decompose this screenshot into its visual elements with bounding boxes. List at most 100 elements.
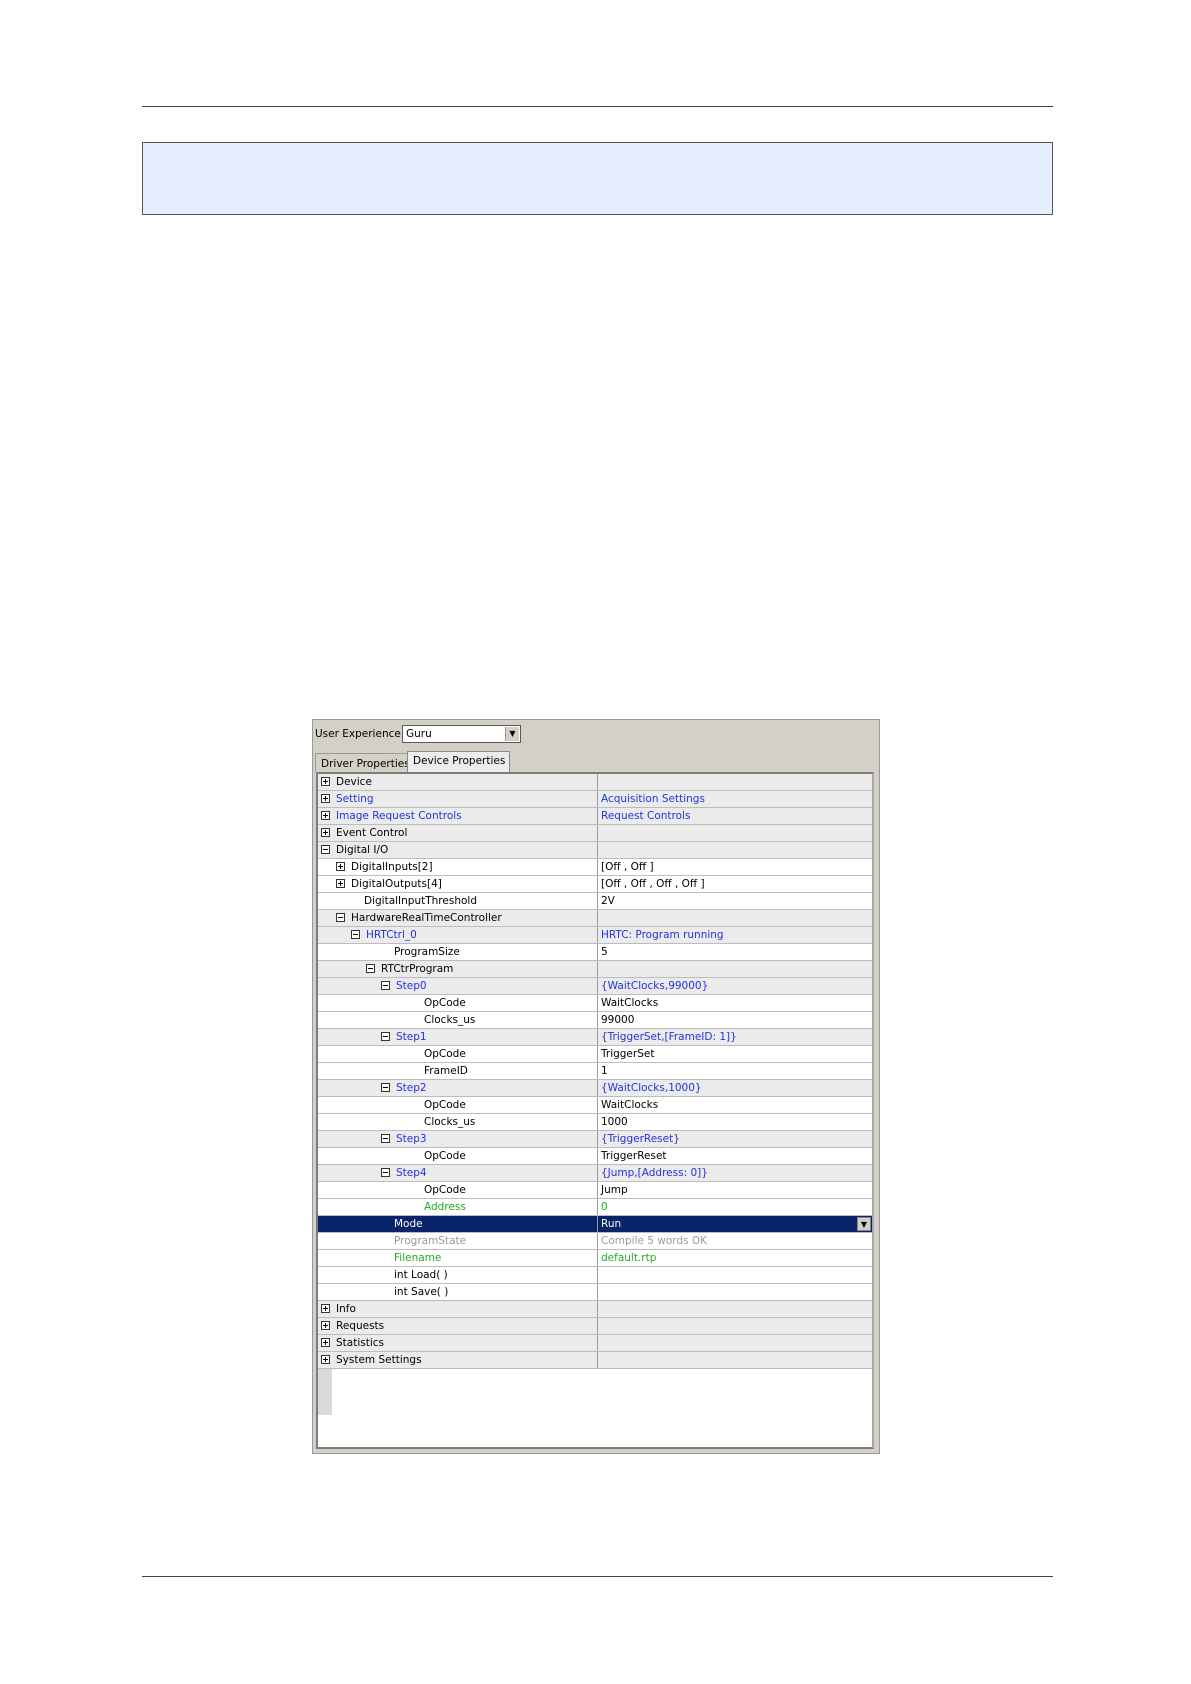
property-row[interactable]: int Load( ) [318, 1267, 872, 1284]
expand-icon[interactable] [321, 777, 330, 786]
property-value[interactable]: {TriggerReset} [597, 1131, 872, 1147]
collapse-icon[interactable] [381, 1168, 390, 1177]
expand-icon[interactable] [321, 1355, 330, 1364]
property-value[interactable]: [Off , Off ] [597, 859, 872, 875]
expand-icon[interactable] [321, 811, 330, 820]
property-row[interactable]: FrameID 1 [318, 1063, 872, 1080]
property-value[interactable] [597, 1335, 872, 1351]
property-row[interactable]: Step3 {TriggerReset} [318, 1131, 872, 1148]
property-row[interactable]: Step1 {TriggerSet,[FrameID: 1]} [318, 1029, 872, 1046]
property-row[interactable]: Setting Acquisition Settings [318, 791, 872, 808]
expand-icon[interactable] [321, 828, 330, 837]
collapse-icon[interactable] [381, 1134, 390, 1143]
property-value[interactable]: Request Controls [597, 808, 872, 824]
expand-icon[interactable] [321, 1338, 330, 1347]
property-row[interactable]: Device [318, 774, 872, 791]
property-value[interactable] [597, 842, 872, 858]
property-row[interactable]: ProgramState Compile 5 words OK [318, 1233, 872, 1250]
property-value[interactable]: {Jump,[Address: 0]} [597, 1165, 872, 1181]
property-row[interactable]: ProgramSize 5 [318, 944, 872, 961]
collapse-icon[interactable] [321, 845, 330, 854]
property-row[interactable]: OpCode WaitClocks [318, 1097, 872, 1114]
expand-icon[interactable] [321, 1304, 330, 1313]
property-value[interactable]: WaitClocks [597, 1097, 872, 1113]
property-value[interactable]: 5 [597, 944, 872, 960]
property-row[interactable]: HRTCtrl_0 HRTC: Program running [318, 927, 872, 944]
property-row[interactable]: Clocks_us 99000 [318, 1012, 872, 1029]
property-value-text: {TriggerReset} [601, 1133, 680, 1145]
property-row[interactable]: Image Request Controls Request Controls [318, 808, 872, 825]
collapse-icon[interactable] [336, 913, 345, 922]
property-value[interactable]: TriggerSet [597, 1046, 872, 1062]
property-value[interactable] [597, 825, 872, 841]
property-row[interactable]: Requests [318, 1318, 872, 1335]
property-value[interactable] [597, 1352, 872, 1368]
property-value[interactable]: WaitClocks [597, 995, 872, 1011]
property-name: Statistics [321, 1335, 581, 1351]
property-value[interactable]: Jump [597, 1182, 872, 1198]
property-row[interactable]: DigitalInputThreshold 2V [318, 893, 872, 910]
property-row[interactable]: Clocks_us 1000 [318, 1114, 872, 1131]
property-row[interactable]: RTCtrProgram [318, 961, 872, 978]
property-value[interactable]: Acquisition Settings [597, 791, 872, 807]
property-value[interactable]: default.rtp [597, 1250, 872, 1266]
property-row[interactable]: Step0 {WaitClocks,99000} [318, 978, 872, 995]
tab-driver-properties[interactable]: Driver Properties [315, 753, 415, 772]
expand-icon[interactable] [321, 1321, 330, 1330]
property-value[interactable]: Run ▼ [597, 1216, 872, 1232]
property-row[interactable]: Event Control [318, 825, 872, 842]
property-row[interactable]: System Settings [318, 1352, 872, 1369]
property-row[interactable]: Filename default.rtp [318, 1250, 872, 1267]
tab-device-properties[interactable]: Device Properties [407, 751, 511, 772]
property-value[interactable] [597, 1318, 872, 1334]
property-row[interactable]: int Save( ) [318, 1284, 872, 1301]
property-value[interactable] [597, 910, 872, 926]
property-value[interactable]: {WaitClocks,1000} [597, 1080, 872, 1096]
collapse-icon[interactable] [366, 964, 375, 973]
expand-icon[interactable] [336, 879, 345, 888]
property-row[interactable]: OpCode Jump [318, 1182, 872, 1199]
property-value[interactable]: 2V [597, 893, 872, 909]
property-value[interactable] [597, 1267, 872, 1283]
property-row[interactable]: DigitalOutputs[4] [Off , Off , Off , Off … [318, 876, 872, 893]
property-row[interactable]: Step2 {WaitClocks,1000} [318, 1080, 872, 1097]
property-row[interactable]: Statistics [318, 1335, 872, 1352]
property-value[interactable]: Compile 5 words OK [597, 1233, 872, 1249]
header-rule [142, 106, 1053, 107]
property-rows: Device Setting Acquisition Settings Image R… [318, 774, 872, 1369]
property-value[interactable] [597, 961, 872, 977]
chevron-down-icon[interactable]: ▼ [857, 1217, 871, 1231]
property-value[interactable]: 1000 [597, 1114, 872, 1130]
property-value[interactable]: 0 [597, 1199, 872, 1215]
collapse-icon[interactable] [381, 1032, 390, 1041]
property-value[interactable] [597, 1284, 872, 1300]
footer-rule [142, 1576, 1053, 1577]
property-row[interactable]: Mode Run ▼ [318, 1216, 872, 1233]
property-value[interactable]: 99000 [597, 1012, 872, 1028]
property-value[interactable] [597, 774, 872, 790]
property-row[interactable]: OpCode TriggerReset [318, 1148, 872, 1165]
property-row[interactable]: OpCode WaitClocks [318, 995, 872, 1012]
property-value[interactable]: {WaitClocks,99000} [597, 978, 872, 994]
expand-icon[interactable] [321, 794, 330, 803]
property-row[interactable]: Info [318, 1301, 872, 1318]
collapse-icon[interactable] [351, 930, 360, 939]
property-row[interactable]: HardwareRealTimeController [318, 910, 872, 927]
property-row[interactable]: Step4 {Jump,[Address: 0]} [318, 1165, 872, 1182]
property-value[interactable]: {TriggerSet,[FrameID: 1]} [597, 1029, 872, 1045]
property-name-text: FrameID [424, 1065, 468, 1077]
property-row[interactable]: OpCode TriggerSet [318, 1046, 872, 1063]
expand-icon[interactable] [336, 862, 345, 871]
property-row[interactable]: DigitalInputs[2] [Off , Off ] [318, 859, 872, 876]
collapse-icon[interactable] [381, 981, 390, 990]
property-value[interactable]: TriggerReset [597, 1148, 872, 1164]
property-value[interactable]: [Off , Off , Off , Off ] [597, 876, 872, 892]
property-value[interactable]: 1 [597, 1063, 872, 1079]
chevron-down-icon[interactable]: ▼ [505, 727, 519, 741]
property-value[interactable] [597, 1301, 872, 1317]
property-row[interactable]: Address 0 [318, 1199, 872, 1216]
property-value[interactable]: HRTC: Program running [597, 927, 872, 943]
property-row[interactable]: Digital I/O [318, 842, 872, 859]
collapse-icon[interactable] [381, 1083, 390, 1092]
user-experience-select[interactable]: Guru ▼ [402, 725, 521, 743]
